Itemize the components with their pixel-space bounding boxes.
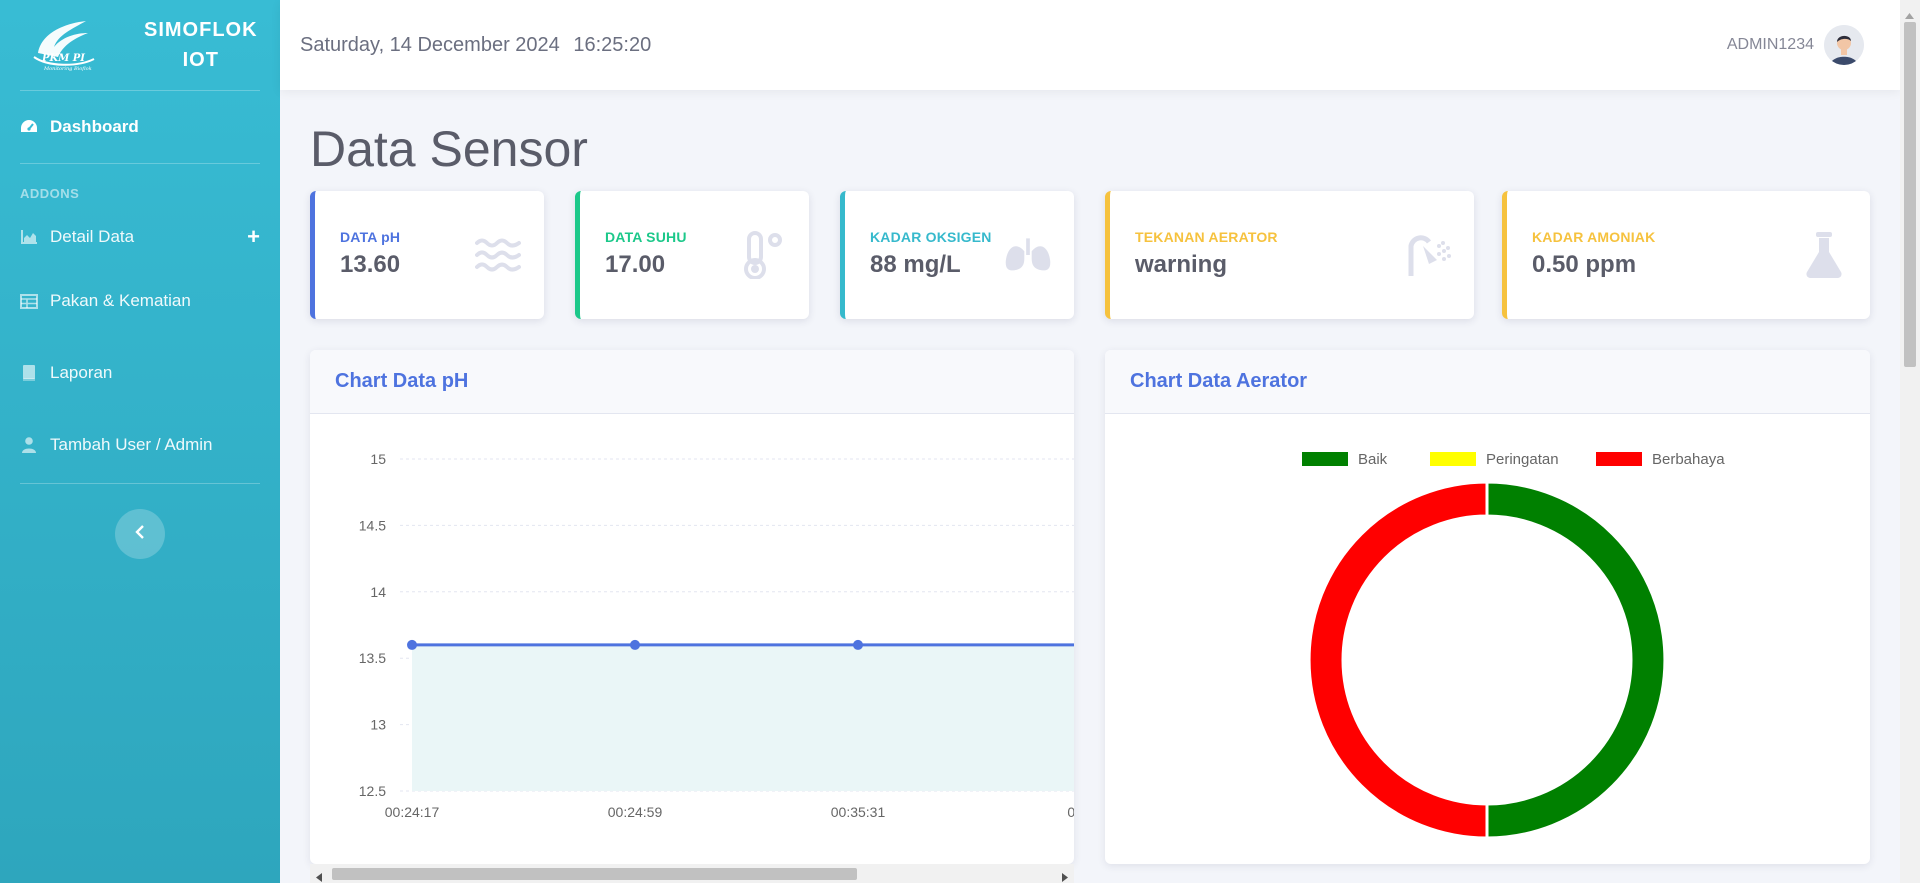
brand-line1: SIMOFLOK xyxy=(144,19,258,41)
card-ph: DATA pH 13.60 xyxy=(310,191,544,319)
y-tick-label: 13 xyxy=(370,717,386,733)
table-icon xyxy=(20,292,38,310)
chart-area-icon xyxy=(20,228,38,246)
svg-text:PKM PI: PKM PI xyxy=(41,53,85,64)
brand[interactable]: PKM PI Monitoring Bioflok SIMOFLOK IOT xyxy=(0,0,280,90)
legend-label: Baik xyxy=(1358,451,1388,468)
area-fill xyxy=(412,644,1074,791)
sidebar-item-label: Dashboard xyxy=(50,117,139,136)
sidebar-divider xyxy=(20,483,260,484)
tachometer-icon xyxy=(20,118,38,136)
x-tick-label: 00:24:59 xyxy=(608,804,663,820)
sidebar-item-laporan[interactable]: Laporan xyxy=(0,337,280,409)
aerator-chart: Baik Peringatan Berbahaya xyxy=(1302,451,1725,840)
slice-berbahaya xyxy=(1307,480,1489,840)
sidebar-item-detail-data[interactable]: Detail Data + xyxy=(0,209,280,265)
data-point xyxy=(853,639,863,650)
sidebar-item-label: Tambah User / Admin xyxy=(50,435,213,454)
horizontal-scroll-thumb[interactable] xyxy=(332,868,857,880)
vertical-scrollbar[interactable] xyxy=(1900,0,1920,883)
sidebar-item-pakan-kematian[interactable]: Pakan & Kematian xyxy=(0,265,280,337)
ph-chart-title: Chart Data pH xyxy=(310,350,1074,414)
page-title: Data Sensor xyxy=(310,121,588,177)
x-tick-label: 00:3 xyxy=(1067,804,1074,820)
legend-swatch xyxy=(1596,452,1642,466)
user-icon xyxy=(20,436,38,454)
logo: PKM PI Monitoring Bioflok xyxy=(28,17,100,73)
horizontal-scrollbar[interactable] xyxy=(310,864,1074,883)
sidebar-item-tambah-user[interactable]: Tambah User / Admin xyxy=(0,409,280,481)
sidebar: PKM PI Monitoring Bioflok SIMOFLOK IOT D… xyxy=(0,0,280,883)
avatar xyxy=(1824,25,1864,65)
book-icon xyxy=(20,364,38,382)
legend-swatch xyxy=(1302,452,1348,466)
sidebar-section-heading: ADDONS xyxy=(20,186,80,201)
aerator-chart-panel: Chart Data Aerator Baik Peringatan Berbaha… xyxy=(1105,350,1870,864)
scroll-right-icon[interactable] xyxy=(1062,869,1068,883)
y-tick-label: 13.5 xyxy=(359,650,386,666)
sidebar-toggle-button[interactable] xyxy=(115,509,165,559)
topbar: Saturday, 14 December 2024 16:25:20 ADMI… xyxy=(280,0,1900,90)
sensor-cards: DATA pH 13.60 DATA SUHU 17.00 KADAR OKSI… xyxy=(310,191,1870,319)
sidebar-item-dashboard[interactable]: Dashboard xyxy=(0,91,280,163)
sidebar-item-label: Laporan xyxy=(50,363,113,382)
expand-icon[interactable]: + xyxy=(247,224,260,250)
brand-line2: IOT xyxy=(182,49,219,71)
ph-chart-panel: Chart Data pH 15 14.5 14 13.5 13 12.5 00:24:17… xyxy=(310,350,1074,864)
svg-text:Monitoring Bioflok: Monitoring Bioflok xyxy=(43,66,92,72)
sidebar-item-label: Detail Data xyxy=(50,227,135,246)
water-icon xyxy=(474,231,522,279)
legend-swatch xyxy=(1430,452,1476,466)
flask-icon xyxy=(1800,231,1848,279)
current-time: 16:25:20 xyxy=(573,33,652,56)
ph-chart: 15 14.5 14 13.5 13 12.5 00:24:17 00:24:59 00:35:… xyxy=(359,451,1074,820)
card-aerator: TEKANAN AERATOR warning xyxy=(1105,191,1474,319)
slice-baik xyxy=(1485,480,1667,840)
chevron-left-icon xyxy=(135,524,145,544)
x-tick-label: 00:35:31 xyxy=(831,804,886,820)
sidebar-item-label: Pakan & Kematian xyxy=(50,291,191,310)
user-menu[interactable]: ADMIN1234 xyxy=(1727,25,1864,65)
y-tick-label: 15 xyxy=(370,451,386,467)
y-tick-label: 14.5 xyxy=(359,517,386,533)
current-date: Saturday, 14 December 2024 xyxy=(300,33,560,56)
y-tick-label: 12.5 xyxy=(359,783,386,799)
shower-icon xyxy=(1404,231,1452,279)
data-point xyxy=(630,639,640,650)
legend-label: Peringatan xyxy=(1486,451,1559,468)
card-oksigen: KADAR OKSIGEN 88 mg/L xyxy=(840,191,1074,319)
username: ADMIN1234 xyxy=(1726,36,1814,53)
data-point xyxy=(407,639,417,650)
thermometer-icon xyxy=(739,231,787,279)
x-tick-label: 00:24:17 xyxy=(385,804,440,820)
lungs-icon xyxy=(1004,231,1052,279)
scroll-left-icon[interactable] xyxy=(316,869,322,883)
legend-label: Berbahaya xyxy=(1652,451,1725,468)
vertical-scroll-thumb[interactable] xyxy=(1904,22,1916,367)
card-amoniak: KADAR AMONIAK 0.50 ppm xyxy=(1502,191,1870,319)
brand-name: SIMOFLOK IOT xyxy=(144,15,258,75)
aerator-chart-title: Chart Data Aerator xyxy=(1105,350,1870,414)
y-tick-label: 14 xyxy=(370,584,386,600)
card-suhu: DATA SUHU 17.00 xyxy=(575,191,809,319)
datetime: Saturday, 14 December 2024 16:25:20 xyxy=(300,34,651,57)
